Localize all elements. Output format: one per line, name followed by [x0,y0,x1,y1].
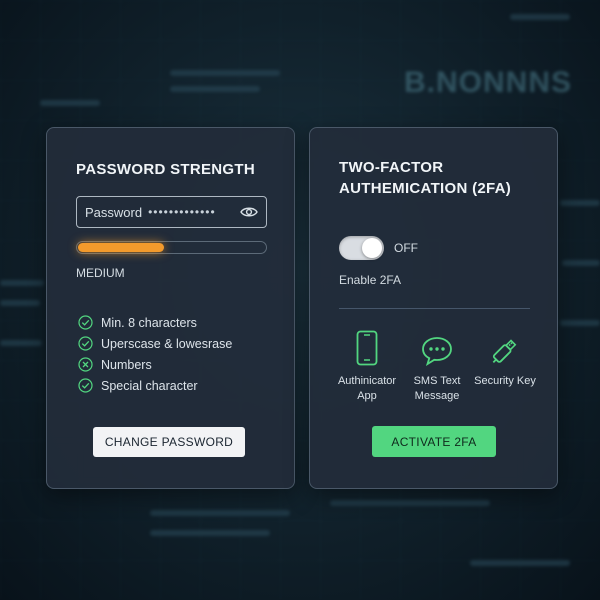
requirements-list: Min. 8 characters Uperscase & lowesrase … [78,312,232,396]
password-input[interactable]: Password ••••••••••••• [76,196,267,228]
requirement-label: Min. 8 characters [101,315,197,330]
password-field-value: ••••••••••••• [148,205,216,219]
two-factor-panel: TWO-FACTOR AUTHEMICATION (2FA) OFF Enabl… [309,127,558,489]
divider [339,308,530,309]
toggle-knob [362,238,382,258]
requirement-item: Numbers [78,354,232,375]
password-field-label: Password [85,204,143,220]
x-circle-icon [78,357,93,372]
check-circle-icon [78,378,93,393]
password-strength-panel: PASSWORD STRENGTH Password •••••••••••••… [46,127,295,489]
requirement-item: Uperscase & lowesrase [78,333,232,354]
enable-2fa-label: Enable 2FA [339,273,402,287]
usb-key-icon [488,328,522,366]
password-strength-title: PASSWORD STRENGTH [76,161,255,178]
requirement-item: Min. 8 characters [78,312,232,333]
method-sms[interactable]: SMS Text Message [402,328,472,404]
requirement-label: Uperscase & lowesrase [101,336,233,351]
toggle-state-label: OFF [394,241,418,255]
strength-label: MEDIUM [76,266,125,280]
strength-meter-fill [78,243,164,252]
activate-2fa-button[interactable]: ACTIVATE 2FA [372,426,496,457]
requirement-label: Special character [101,378,198,393]
strength-meter [76,241,267,254]
change-password-button[interactable]: CHANGE PASSWORD [93,427,245,457]
two-factor-title: TWO-FACTOR AUTHEMICATION (2FA) [339,159,512,197]
check-circle-icon [78,336,93,351]
chat-bubble-icon [421,328,453,366]
requirement-label: Numbers [101,357,152,372]
method-label: Authinicator App [337,375,397,402]
enable-2fa-toggle[interactable] [339,236,384,260]
method-security-key[interactable]: Security Key [470,328,540,389]
requirement-item: Special character [78,375,232,396]
check-circle-icon [78,315,93,330]
smartphone-icon [356,328,378,366]
method-authenticator-app[interactable]: Authinicator App [332,328,402,404]
method-label: SMS Text Message [413,375,461,402]
eye-icon[interactable] [240,206,258,218]
method-label: Security Key [474,375,536,387]
